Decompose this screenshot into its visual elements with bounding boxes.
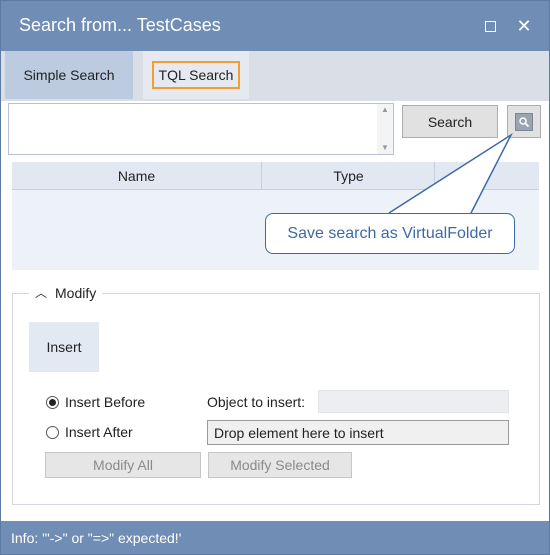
status-bar: Info: '"->" or "=>" expected!' (1, 521, 549, 554)
grid-header: Name Type (12, 162, 539, 190)
title-bar[interactable]: Search from... TestCases ✕ (1, 1, 549, 51)
modify-legend[interactable]: ︿ Modify (29, 284, 103, 301)
scroll-down-icon[interactable]: ▼ (377, 142, 393, 154)
modify-all-button[interactable]: Modify All (45, 452, 201, 478)
close-button[interactable]: ✕ (513, 15, 535, 37)
modify-legend-label: Modify (55, 284, 97, 301)
save-search-tooltip: Save search as VirtualFolder (265, 213, 515, 254)
close-icon: ✕ (516, 15, 532, 36)
radio-checked-icon[interactable] (46, 395, 59, 409)
query-input[interactable]: ▲ ▼ (8, 103, 394, 155)
object-to-insert-label: Object to insert: (207, 394, 306, 410)
insert-after-label: Insert After (65, 424, 133, 440)
maximize-icon (484, 20, 496, 32)
save-search-icon (515, 112, 533, 131)
search-dialog: Search from... TestCases ✕ Simple Search… (0, 0, 550, 555)
status-text: Info: '"->" or "=>" expected!' (11, 529, 182, 546)
modify-selected-button[interactable]: Modify Selected (208, 452, 352, 478)
chevron-up-icon[interactable]: ︿ (35, 284, 47, 301)
insert-before-radio[interactable]: Insert Before (46, 394, 145, 410)
query-scrollbar[interactable]: ▲ ▼ (377, 104, 393, 154)
tab-insert[interactable]: Insert (29, 322, 99, 372)
scroll-up-icon[interactable]: ▲ (377, 104, 393, 116)
tab-bar: Simple Search TQL Search (1, 51, 549, 101)
tab-simple-search-label: Simple Search (23, 67, 115, 83)
object-to-insert-field[interactable] (318, 390, 509, 413)
tab-tql-search-label: TQL Search (151, 61, 241, 89)
column-header-type[interactable]: Type (263, 162, 435, 190)
tab-simple-search[interactable]: Simple Search (5, 51, 133, 99)
search-button[interactable]: Search (402, 105, 498, 138)
tab-tql-search[interactable]: TQL Search (143, 51, 249, 99)
drop-target-field[interactable]: Drop element here to insert (207, 420, 509, 445)
insert-after-radio[interactable]: Insert After (46, 424, 133, 440)
modify-group: ︿ Modify Insert Insert Before Insert Aft… (12, 284, 540, 505)
window-title: Search from... TestCases (19, 15, 221, 35)
save-search-button[interactable] (507, 105, 541, 138)
maximize-button[interactable] (479, 15, 501, 37)
insert-before-label: Insert Before (65, 394, 146, 410)
radio-unchecked-icon[interactable] (46, 425, 59, 439)
column-header-name[interactable]: Name (12, 162, 262, 190)
